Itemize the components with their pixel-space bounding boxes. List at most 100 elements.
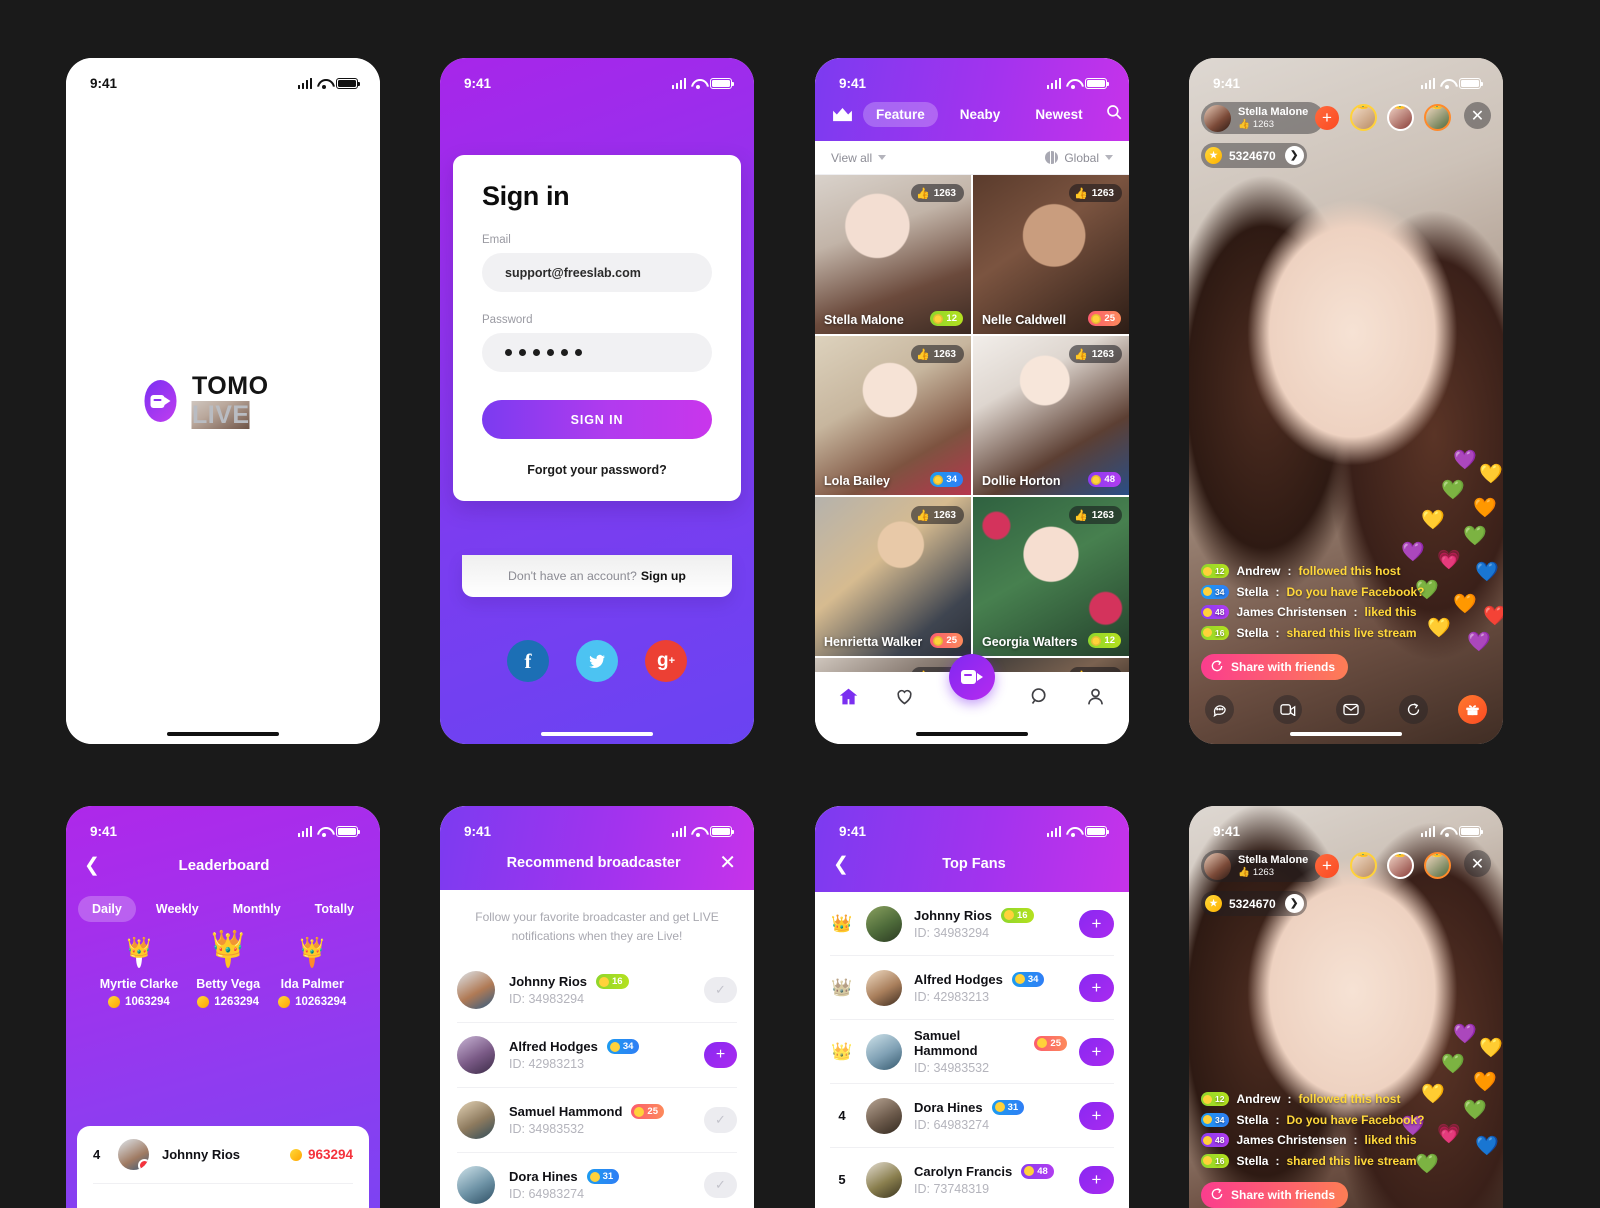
tab-weekly[interactable]: Weekly bbox=[142, 896, 213, 922]
follow-button[interactable]: + bbox=[1079, 1165, 1114, 1194]
broadcaster-card[interactable]: 👍 1263 Stella Malone 12 bbox=[815, 175, 971, 334]
signal-icon bbox=[1046, 825, 1061, 837]
follow-host-button[interactable]: + bbox=[1315, 106, 1339, 130]
host-chip[interactable]: Stella Malone 👍 1263 bbox=[1201, 102, 1325, 134]
search-icon[interactable] bbox=[1105, 103, 1123, 126]
go-live-icon[interactable] bbox=[948, 654, 995, 700]
gift-icon[interactable] bbox=[1458, 695, 1487, 724]
list-item[interactable]: Johnny Rios 16 ID: 34983294 ✓ bbox=[457, 958, 737, 1024]
tab-daily[interactable]: Daily bbox=[77, 896, 136, 922]
share-icon[interactable] bbox=[1399, 695, 1428, 724]
level-badge: 48 bbox=[1201, 1133, 1230, 1147]
tab-monthly[interactable]: Monthly bbox=[219, 896, 295, 922]
email-field[interactable]: support@freeslab.com bbox=[482, 253, 712, 292]
battery-icon bbox=[1459, 825, 1483, 837]
tab-feature[interactable]: Feature bbox=[863, 102, 938, 127]
mail-icon[interactable] bbox=[1336, 695, 1365, 724]
chat-action: Do you have Facebook? bbox=[1286, 1112, 1425, 1127]
following-button[interactable]: ✓ bbox=[704, 1107, 737, 1134]
table-row[interactable]: 👑 Samuel Hammond 25 ID: 34983532 + bbox=[830, 1020, 1114, 1084]
follow-button[interactable]: + bbox=[1079, 909, 1114, 938]
podium-second[interactable]: 👑 Myrtie Clarke 1063294 bbox=[100, 937, 178, 1008]
topfans-header: 9:41 ❮ Top Fans bbox=[815, 806, 1129, 892]
rank: 👑 bbox=[830, 978, 854, 998]
follow-button[interactable]: + bbox=[1079, 1037, 1114, 1066]
follow-button[interactable]: + bbox=[1079, 1101, 1114, 1130]
chat-icon[interactable] bbox=[1205, 695, 1234, 724]
home-icon[interactable] bbox=[838, 686, 859, 712]
tab-newest[interactable]: Newest bbox=[1022, 102, 1095, 127]
share-with-friends-button[interactable]: Share with friends bbox=[1201, 1182, 1349, 1208]
crown-icon[interactable] bbox=[831, 107, 854, 123]
list-item[interactable]: Alfred Hodges 34 ID: 42983213 + bbox=[457, 1023, 737, 1089]
wifi-icon bbox=[1066, 78, 1080, 89]
broadcaster-card[interactable]: 👍 1263 Henrietta Walker 25 bbox=[815, 497, 971, 656]
signin-screen: 9:41 Don't have an account? Sign up Sign… bbox=[440, 58, 754, 744]
social-login-row: f g + bbox=[440, 640, 754, 682]
viewer-avatar[interactable]: 👑 bbox=[1387, 104, 1414, 131]
tab-totally[interactable]: Totally bbox=[301, 896, 368, 922]
live-chat-list: 12 Andrew : followed this host 34 Stella… bbox=[1201, 564, 1425, 646]
region-dropdown[interactable]: Global bbox=[1045, 151, 1113, 165]
heart-icon[interactable] bbox=[894, 686, 915, 712]
chevron-right-icon[interactable]: ❯ bbox=[1284, 146, 1304, 165]
chat-message: 34 Stella : Do you have Facebook? bbox=[1201, 1112, 1425, 1127]
follow-host-button[interactable]: + bbox=[1315, 854, 1339, 878]
broadcaster-card[interactable]: 👍 1263 Georgia Walters 12 bbox=[973, 497, 1129, 656]
broadcaster-card[interactable]: 👍 1263 Dollie Horton 48 bbox=[973, 336, 1129, 495]
close-icon[interactable]: ✕ bbox=[719, 853, 736, 873]
google-plus-icon[interactable]: g + bbox=[645, 640, 687, 682]
podium-third[interactable]: 👑 Ida Palmer 10263294 bbox=[278, 937, 346, 1008]
coin-chip[interactable]: ★ 5324670 ❯ bbox=[1201, 143, 1307, 168]
following-button[interactable]: ✓ bbox=[704, 1172, 737, 1199]
broadcaster-grid: 👍 1263 Stella Malone 12 👍 1263 Nelle Cal… bbox=[815, 175, 1129, 718]
table-row[interactable]: 👑 Johnny Rios 16 ID: 34983294 + bbox=[830, 892, 1114, 956]
signup-prompt[interactable]: Don't have an account? Sign up bbox=[462, 555, 732, 597]
coin-icon bbox=[589, 1171, 600, 1182]
chat-action: shared this live stream bbox=[1286, 625, 1417, 640]
chevron-right-icon[interactable]: ❯ bbox=[1284, 894, 1304, 913]
viewer-avatar[interactable]: 👑 bbox=[1424, 852, 1451, 879]
view-all-dropdown[interactable]: View all bbox=[831, 151, 887, 165]
password-field[interactable] bbox=[482, 333, 712, 372]
profile-icon[interactable] bbox=[1085, 686, 1106, 712]
like-count-badge: 👍 1263 bbox=[911, 184, 964, 202]
signin-button[interactable]: SIGN IN bbox=[482, 400, 712, 439]
list-item[interactable]: Dora Hines 31 ID: 64983274 ✓ bbox=[457, 1153, 737, 1208]
share-label: Share with friends bbox=[1231, 660, 1336, 674]
table-row[interactable]: 👑 Alfred Hodges 34 ID: 42983213 + bbox=[830, 956, 1114, 1020]
podium-first[interactable]: 👑 Betty Vega 1263294 bbox=[196, 929, 260, 1008]
list-item[interactable]: Samuel Hammond 25 ID: 34983532 ✓ bbox=[457, 1088, 737, 1154]
coin-icon bbox=[1024, 1166, 1035, 1176]
feed-filter-bar: View all Global bbox=[815, 141, 1129, 175]
close-icon[interactable]: ✕ bbox=[1464, 102, 1491, 129]
forgot-password-link[interactable]: Forgot your password? bbox=[482, 463, 712, 477]
twitter-icon[interactable] bbox=[576, 640, 618, 682]
share-with-friends-button[interactable]: Share with friends bbox=[1201, 654, 1349, 680]
broadcaster-card[interactable]: 👍 1263 Lola Bailey 34 bbox=[815, 336, 971, 495]
tab-neaby[interactable]: Neaby bbox=[947, 102, 1014, 127]
table-row[interactable]: 4 Johnny Rios 963294 bbox=[93, 1126, 353, 1184]
go-live-button[interactable] bbox=[948, 654, 995, 722]
viewer-avatar[interactable]: 👑 bbox=[1424, 104, 1451, 131]
follow-button[interactable]: + bbox=[704, 1042, 737, 1069]
signal-icon bbox=[1420, 77, 1435, 89]
coin-icon bbox=[933, 635, 944, 646]
video-switch-icon[interactable] bbox=[1273, 695, 1302, 724]
viewer-avatar[interactable]: 👑 bbox=[1350, 852, 1377, 879]
table-row[interactable]: 4 Dora Hines 31 ID: 64983274 + bbox=[830, 1084, 1114, 1148]
level-value: 12 bbox=[1104, 635, 1115, 646]
broadcaster-card[interactable]: 👍 1263 Nelle Caldwell 25 bbox=[973, 175, 1129, 334]
follow-button[interactable]: + bbox=[1079, 973, 1114, 1002]
close-icon[interactable]: ✕ bbox=[1464, 850, 1491, 877]
coin-chip[interactable]: ★ 5324670 ❯ bbox=[1201, 891, 1307, 916]
viewer-avatar[interactable]: 👑 bbox=[1387, 852, 1414, 879]
user-id: ID: 34983294 bbox=[509, 992, 585, 1007]
host-chip[interactable]: Stella Malone 👍 1263 bbox=[1201, 850, 1325, 882]
facebook-icon[interactable]: f bbox=[507, 640, 549, 682]
table-row[interactable]: 5 Carolyn Francis 48 ID: 73748319 + bbox=[830, 1148, 1114, 1208]
following-button[interactable]: ✓ bbox=[704, 977, 737, 1004]
signup-link[interactable]: Sign up bbox=[641, 569, 686, 583]
viewer-avatar[interactable]: 👑 bbox=[1350, 104, 1377, 131]
search-icon[interactable] bbox=[1029, 686, 1050, 712]
